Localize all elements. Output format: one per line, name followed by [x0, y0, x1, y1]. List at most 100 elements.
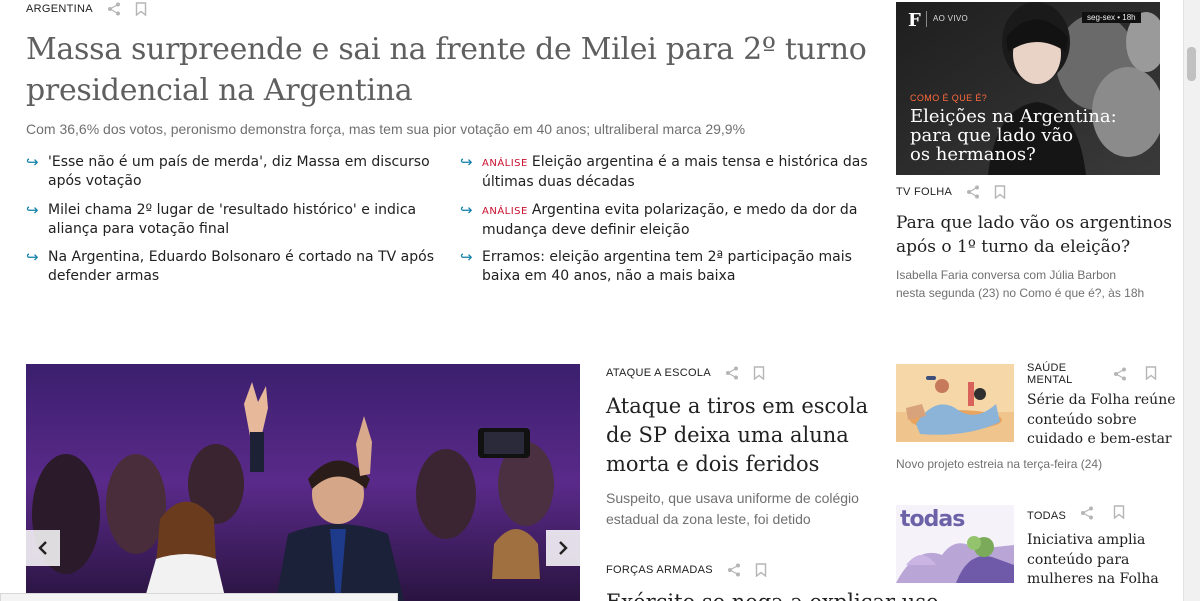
bookmark-icon[interactable]	[994, 185, 1006, 199]
headline-line: Série da Folha reúne	[1027, 392, 1176, 408]
related-text: defender armas	[48, 268, 160, 284]
summary-line: estadual da zona leste, foi detido	[606, 511, 811, 527]
arrow-right-icon: ↪	[460, 202, 473, 219]
mental-health-illustration	[896, 364, 1014, 442]
description-line: Isabella Faria conversa com Júlia Barbon	[896, 268, 1117, 282]
related-text: Argentina evita polarização, e medo da d…	[531, 202, 858, 218]
bookmark-icon[interactable]	[753, 366, 765, 380]
bookmark-icon[interactable]	[1113, 505, 1125, 519]
carousel-prev-button[interactable]	[26, 530, 60, 566]
analysis-tag: ANÁLISE	[482, 206, 528, 217]
summary-line: Suspeito, que usava uniforme de colégio	[606, 490, 859, 506]
video-title: Eleições na Argentina: para que lado vão…	[910, 107, 1117, 164]
status-bar	[0, 593, 398, 601]
vertical-scrollbar[interactable]	[1183, 0, 1200, 601]
mental-health-headline[interactable]: Série da Folha reúne conteúdo sobre cuid…	[1027, 391, 1176, 450]
chevron-left-icon	[38, 541, 47, 555]
mental-health-note: Novo projeto estreia na terça-feira (24)	[896, 457, 1103, 471]
arrow-right-icon: ↪	[460, 154, 473, 171]
logo-divider	[926, 11, 927, 27]
story-meta: TODAS	[1027, 506, 1066, 524]
photo-carousel[interactable]	[26, 364, 580, 601]
schedule-badge: seg-sex • 18h	[1082, 12, 1141, 23]
headline-line: conteúdo sobre	[1027, 411, 1137, 428]
headline-line: mulheres na Folha	[1027, 571, 1159, 587]
related-text: após votação	[48, 173, 142, 189]
related-link[interactable]: ↪ ANÁLISE Eleição argentina é a mais tens…	[460, 153, 870, 192]
headline-line: após o 1º turno da eleição?	[896, 237, 1131, 257]
section-kicker[interactable]: SAÚDE MENTAL	[1027, 362, 1073, 386]
section-kicker[interactable]: ARGENTINA	[26, 3, 93, 15]
video-title-line: Eleições na Argentina:	[910, 106, 1117, 127]
story-meta: ATAQUE A ESCOLA	[606, 366, 765, 380]
headline-line: Ataque a tiros em escola	[606, 394, 869, 418]
related-text: baixa em 40 anos, não a mais baixa	[482, 268, 736, 284]
related-text: Erramos: eleição argentina tem 2ª partic…	[482, 249, 852, 265]
tv-folha-meta: TV FOLHA	[896, 185, 1006, 199]
share-icon[interactable]	[725, 366, 739, 380]
video-title-line: os hermanos?	[910, 144, 1036, 165]
chevron-right-icon	[559, 541, 568, 555]
analysis-tag: ANÁLISE	[482, 158, 528, 169]
description-line: nesta segunda (23) no Como é que é?, às …	[896, 286, 1145, 300]
scrollbar-thumb[interactable]	[1187, 47, 1196, 81]
related-text: Milei chama 2º lugar de 'resultado histó…	[48, 202, 417, 218]
todas-headline[interactable]: Iniciativa amplia conteúdo para mulheres…	[1027, 531, 1159, 590]
top-subtitle: Com 36,6% dos votos, peronismo demonstra…	[26, 121, 746, 137]
arrow-right-icon: ↪	[460, 249, 473, 266]
headline-line-2: presidencial na Argentina	[26, 73, 413, 108]
related-text: Na Argentina, Eduardo Bolsonaro é cortad…	[48, 249, 434, 265]
carousel-next-button[interactable]	[546, 530, 580, 566]
related-link[interactable]: ↪ Milei chama 2º lugar de 'resultado his…	[26, 201, 436, 239]
top-headline[interactable]: Massa surpreende e sai na frente de Mile…	[26, 29, 867, 111]
related-link[interactable]: ↪ Na Argentina, Eduardo Bolsonaro é cort…	[26, 248, 436, 286]
headline-line: conteúdo para	[1027, 551, 1130, 568]
tv-folha-description: Isabella Faria conversa com Júlia Barbon…	[896, 266, 1144, 302]
todas-thumbnail[interactable]: todas	[896, 505, 1014, 583]
related-text: aliança para votação final	[48, 221, 230, 237]
live-label: AO VIVO	[933, 14, 968, 23]
arrow-right-icon: ↪	[26, 249, 39, 266]
section-kicker[interactable]: TV FOLHA	[896, 186, 952, 198]
kicker-line: SAÚDE	[1027, 362, 1067, 374]
school-attack-headline[interactable]: Ataque a tiros em escola de SP deixa uma…	[606, 392, 868, 479]
section-kicker[interactable]: ATAQUE A ESCOLA	[606, 367, 711, 379]
related-link[interactable]: ↪ ANÁLISE Argentina evita polarização, e …	[460, 201, 870, 240]
top-story: ARGENTINA Massa surpreende e sai na fren…	[26, 0, 868, 300]
headline-line: de SP deixa uma aluna	[606, 423, 849, 447]
headline-line-1: Massa surpreende e sai na frente de Mile…	[26, 32, 867, 67]
folha-logo: F	[908, 10, 921, 31]
army-headline[interactable]: Exército se nega a explicar uso	[606, 588, 939, 601]
video-title-line: para que lado vão	[910, 125, 1074, 146]
story-meta: FORÇAS ARMADAS	[606, 563, 767, 577]
related-text: Eleição argentina é a mais tensa e histó…	[531, 154, 868, 170]
headline-line: Para que lado vão os argentinos	[896, 213, 1172, 233]
bookmark-icon[interactable]	[1145, 366, 1157, 380]
program-kicker: COMO É QUE É?	[910, 93, 988, 103]
section-kicker[interactable]: FORÇAS ARMADAS	[606, 564, 713, 576]
share-icon[interactable]	[727, 563, 741, 577]
related-text: mudança deve definir eleição	[482, 222, 690, 238]
share-icon[interactable]	[1113, 367, 1127, 381]
kicker-line: MENTAL	[1027, 374, 1073, 386]
milei-celebration-photo	[26, 364, 580, 601]
share-icon[interactable]	[1080, 506, 1094, 520]
related-link[interactable]: ↪ 'Esse não é um país de merda', diz Mas…	[26, 153, 436, 191]
school-attack-summary: Suspeito, que usava uniforme de colégio …	[606, 488, 859, 530]
arrow-right-icon: ↪	[26, 202, 39, 219]
bookmark-icon[interactable]	[755, 563, 767, 577]
headline-line: cuidado e bem-estar	[1027, 431, 1172, 447]
share-icon[interactable]	[966, 185, 980, 199]
share-icon[interactable]	[107, 2, 121, 16]
bookmark-icon[interactable]	[135, 2, 147, 16]
arrow-right-icon: ↪	[26, 154, 39, 171]
mental-health-thumbnail[interactable]	[896, 364, 1014, 442]
section-kicker[interactable]: TODAS	[1027, 510, 1066, 522]
related-text: 'Esse não é um país de merda', diz Massa…	[48, 154, 430, 170]
tv-folha-headline[interactable]: Para que lado vão os argentinos após o 1…	[896, 211, 1172, 259]
video-thumbnail[interactable]: F AO VIVO seg-sex • 18h COMO É QUE É? El…	[896, 2, 1160, 175]
related-link[interactable]: ↪ Erramos: eleição argentina tem 2ª part…	[460, 248, 870, 286]
todas-logo: todas	[900, 507, 965, 532]
headline-line: morta e dois feridos	[606, 452, 820, 476]
headline-line: Iniciativa amplia	[1027, 532, 1146, 548]
